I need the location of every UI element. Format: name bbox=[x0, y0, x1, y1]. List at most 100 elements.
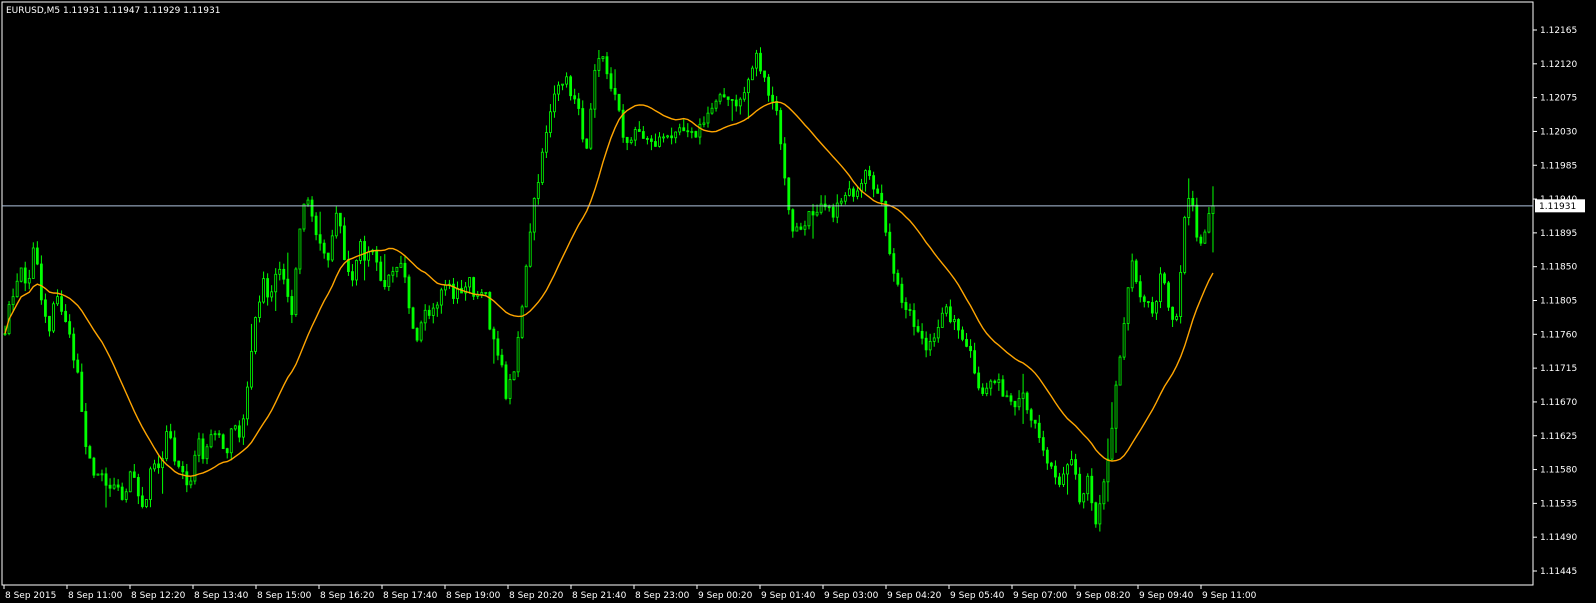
candle-body bbox=[1017, 398, 1021, 408]
candle-body bbox=[1167, 282, 1170, 308]
candle-body bbox=[157, 463, 160, 469]
y-tick-label: 1.11805 bbox=[1540, 297, 1577, 307]
candle-body bbox=[359, 241, 362, 261]
candle-body bbox=[286, 278, 290, 297]
candle-body bbox=[209, 434, 213, 448]
candle-body bbox=[19, 267, 23, 282]
y-tick-label: 1.12165 bbox=[1540, 26, 1577, 36]
candle-body bbox=[532, 198, 536, 233]
candle-body bbox=[969, 345, 972, 352]
candle-body bbox=[730, 99, 734, 101]
candle-body bbox=[835, 202, 839, 218]
candle-body bbox=[1033, 419, 1037, 424]
candle-body bbox=[1086, 475, 1090, 495]
candle-body bbox=[1203, 231, 1207, 244]
y-tick-label: 1.11535 bbox=[1540, 499, 1577, 509]
candle-body bbox=[617, 93, 621, 111]
candle-body bbox=[799, 226, 803, 230]
candle-body bbox=[965, 338, 968, 347]
candle-body bbox=[746, 79, 750, 94]
y-tick-label: 1.12075 bbox=[1540, 94, 1577, 104]
x-tick-label: 9 Sep 11:00 bbox=[1202, 591, 1257, 601]
candle-body bbox=[993, 380, 997, 383]
x-tick-label: 8 Sep 2015 bbox=[5, 591, 56, 601]
candle-body bbox=[1013, 400, 1017, 408]
candle-body bbox=[722, 94, 726, 98]
candle-body bbox=[912, 310, 916, 327]
candle-body bbox=[932, 337, 936, 342]
candle-body bbox=[387, 274, 391, 288]
candle-body bbox=[330, 235, 334, 261]
x-tick-label: 9 Sep 07:00 bbox=[1013, 591, 1068, 601]
y-tick-label: 1.11895 bbox=[1540, 229, 1577, 239]
candle-body bbox=[407, 276, 411, 309]
chart-title: EURUSD,M5 1.11931 1.11947 1.11929 1.1193… bbox=[6, 6, 220, 16]
candle-body bbox=[1058, 476, 1061, 485]
candle-body bbox=[23, 267, 27, 284]
candle-body bbox=[1134, 260, 1138, 283]
candle-body bbox=[561, 83, 564, 86]
candle-body bbox=[1001, 379, 1005, 397]
candle-body bbox=[1049, 462, 1053, 467]
candle-body bbox=[1094, 502, 1098, 525]
candle-body bbox=[415, 327, 419, 341]
candle-body bbox=[1150, 302, 1154, 314]
candle-body bbox=[165, 431, 169, 460]
candle-body bbox=[298, 228, 302, 270]
candle-body bbox=[593, 69, 597, 110]
candle-body bbox=[1207, 213, 1211, 233]
candle-body bbox=[169, 431, 173, 439]
candle-body bbox=[1029, 409, 1033, 421]
candle-body bbox=[654, 141, 657, 147]
candle-body bbox=[589, 108, 593, 149]
candle-body bbox=[504, 364, 508, 399]
candle-body bbox=[326, 252, 330, 261]
candle-body bbox=[318, 234, 322, 244]
candle-body bbox=[145, 499, 148, 507]
candle-body bbox=[904, 302, 908, 310]
y-tick-label: 1.11490 bbox=[1540, 533, 1577, 543]
candle-body bbox=[189, 480, 193, 486]
candle-body bbox=[609, 73, 613, 89]
candle-body bbox=[1171, 306, 1174, 320]
candle-body bbox=[779, 110, 783, 145]
candle-body bbox=[193, 454, 197, 482]
candle-body bbox=[1062, 473, 1065, 485]
candle-body bbox=[411, 307, 415, 329]
candle-body bbox=[233, 425, 237, 430]
chart-background bbox=[0, 0, 1596, 603]
candle-body bbox=[613, 88, 617, 95]
y-tick-label: 1.11445 bbox=[1540, 567, 1577, 577]
candle-body bbox=[302, 203, 306, 230]
candle-body bbox=[254, 317, 257, 352]
candle-body bbox=[492, 328, 496, 340]
candle-body bbox=[641, 131, 645, 139]
candle-body bbox=[940, 312, 944, 328]
candle-body bbox=[549, 111, 552, 133]
candle-body bbox=[500, 354, 504, 366]
candle-body bbox=[456, 287, 459, 299]
candle-body bbox=[435, 304, 439, 309]
chart-window: 1.12165 1.12120 1.12075 1.12030 1.11985 1.119… bbox=[0, 0, 1596, 603]
candle-body bbox=[815, 211, 819, 216]
candle-body bbox=[706, 112, 710, 124]
price-chart[interactable]: 1.12165 1.12120 1.12075 1.12030 1.11985 1.119… bbox=[0, 0, 1596, 603]
candle-body bbox=[1106, 458, 1110, 483]
candle-body bbox=[395, 266, 399, 272]
candle-body bbox=[1175, 316, 1179, 320]
candle-body bbox=[310, 199, 314, 217]
candle-body bbox=[1155, 301, 1158, 314]
candle-body bbox=[1041, 437, 1045, 451]
candle-body bbox=[666, 135, 669, 138]
candle-body bbox=[480, 292, 484, 295]
y-tick-label: 1.12120 bbox=[1540, 60, 1577, 70]
candle-body bbox=[759, 52, 762, 72]
candle-body bbox=[1187, 198, 1191, 218]
candle-body bbox=[132, 471, 136, 478]
candle-body bbox=[585, 138, 589, 149]
candle-body bbox=[601, 56, 605, 59]
candle-body bbox=[282, 268, 286, 280]
candle-body bbox=[981, 387, 985, 394]
candle-body bbox=[484, 292, 488, 294]
candle-body bbox=[831, 206, 835, 218]
